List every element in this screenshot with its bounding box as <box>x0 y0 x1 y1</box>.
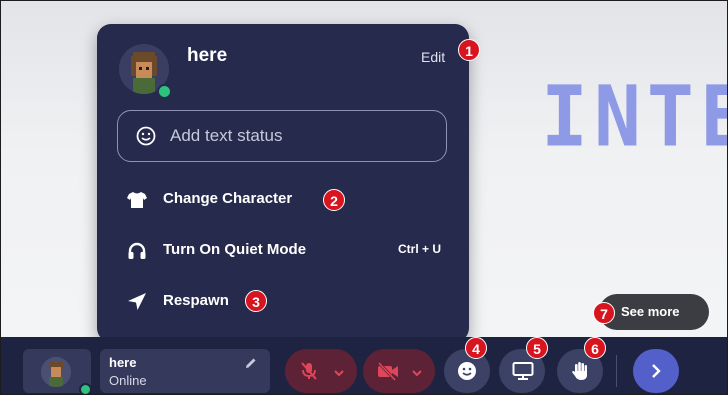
hand-icon <box>570 361 590 386</box>
camera-off-icon <box>377 361 399 386</box>
menu-item-quiet-mode[interactable]: Turn On Quiet Mode Ctrl + U <box>127 236 447 266</box>
callout-badge-4: 4 <box>465 337 487 359</box>
callout-badge-1: 1 <box>458 39 480 61</box>
profile-popup: here Edit Add text status Change Charact… <box>97 24 469 342</box>
app-window: INTE here Edit <box>0 0 728 395</box>
callout-badge-7: 7 <box>593 302 615 324</box>
callout-badge-3: 3 <box>245 290 267 312</box>
bar-user-status: Online <box>109 373 147 388</box>
chevron-right-icon <box>648 362 664 385</box>
menu-item-label: Turn On Quiet Mode <box>163 241 307 258</box>
tooltip-label: See more <box>621 304 680 319</box>
text-status-input[interactable]: Add text status <box>117 110 447 162</box>
menu-item-label: Respawn <box>163 292 229 309</box>
mic-off-icon <box>299 361 319 386</box>
username: here <box>187 45 228 66</box>
callout-badge-5: 5 <box>526 337 548 359</box>
menu-item-respawn[interactable]: Respawn <box>127 287 447 317</box>
character-avatar-icon <box>41 357 71 387</box>
shortcut-hint: Ctrl + U <box>397 242 441 256</box>
status-placeholder: Add text status <box>170 126 283 145</box>
expand-toolbar-button[interactable] <box>633 349 679 393</box>
user-name-tile[interactable]: here Online <box>100 349 270 393</box>
mic-toggle-button[interactable] <box>285 349 357 393</box>
bottom-toolbar: here Online <box>1 337 727 394</box>
tshirt-icon <box>127 191 147 214</box>
avatar-tile[interactable] <box>23 349 92 394</box>
bar-user-name: here <box>109 355 137 370</box>
camera-toggle-button[interactable] <box>363 349 435 393</box>
smile-icon <box>136 126 156 151</box>
menu-item-change-character[interactable]: Change Character <box>127 185 447 215</box>
smile-icon <box>457 361 477 386</box>
avatar <box>41 357 71 387</box>
online-indicator <box>79 383 92 394</box>
online-indicator <box>157 84 172 99</box>
toolbar-divider <box>616 355 617 387</box>
headphones-icon <box>127 242 147 265</box>
monitor-icon <box>512 361 534 386</box>
location-arrow-icon <box>127 293 147 316</box>
banner-text: INTE <box>541 69 727 167</box>
chevron-down-icon <box>411 365 423 383</box>
chevron-down-icon <box>333 365 345 383</box>
pencil-icon[interactable] <box>245 356 257 374</box>
see-more-tooltip: See more <box>599 294 709 330</box>
menu-item-label: Change Character <box>163 190 293 207</box>
callout-badge-2: 2 <box>323 189 345 211</box>
callout-badge-6: 6 <box>584 337 606 359</box>
edit-profile-link[interactable]: Edit <box>421 49 445 65</box>
